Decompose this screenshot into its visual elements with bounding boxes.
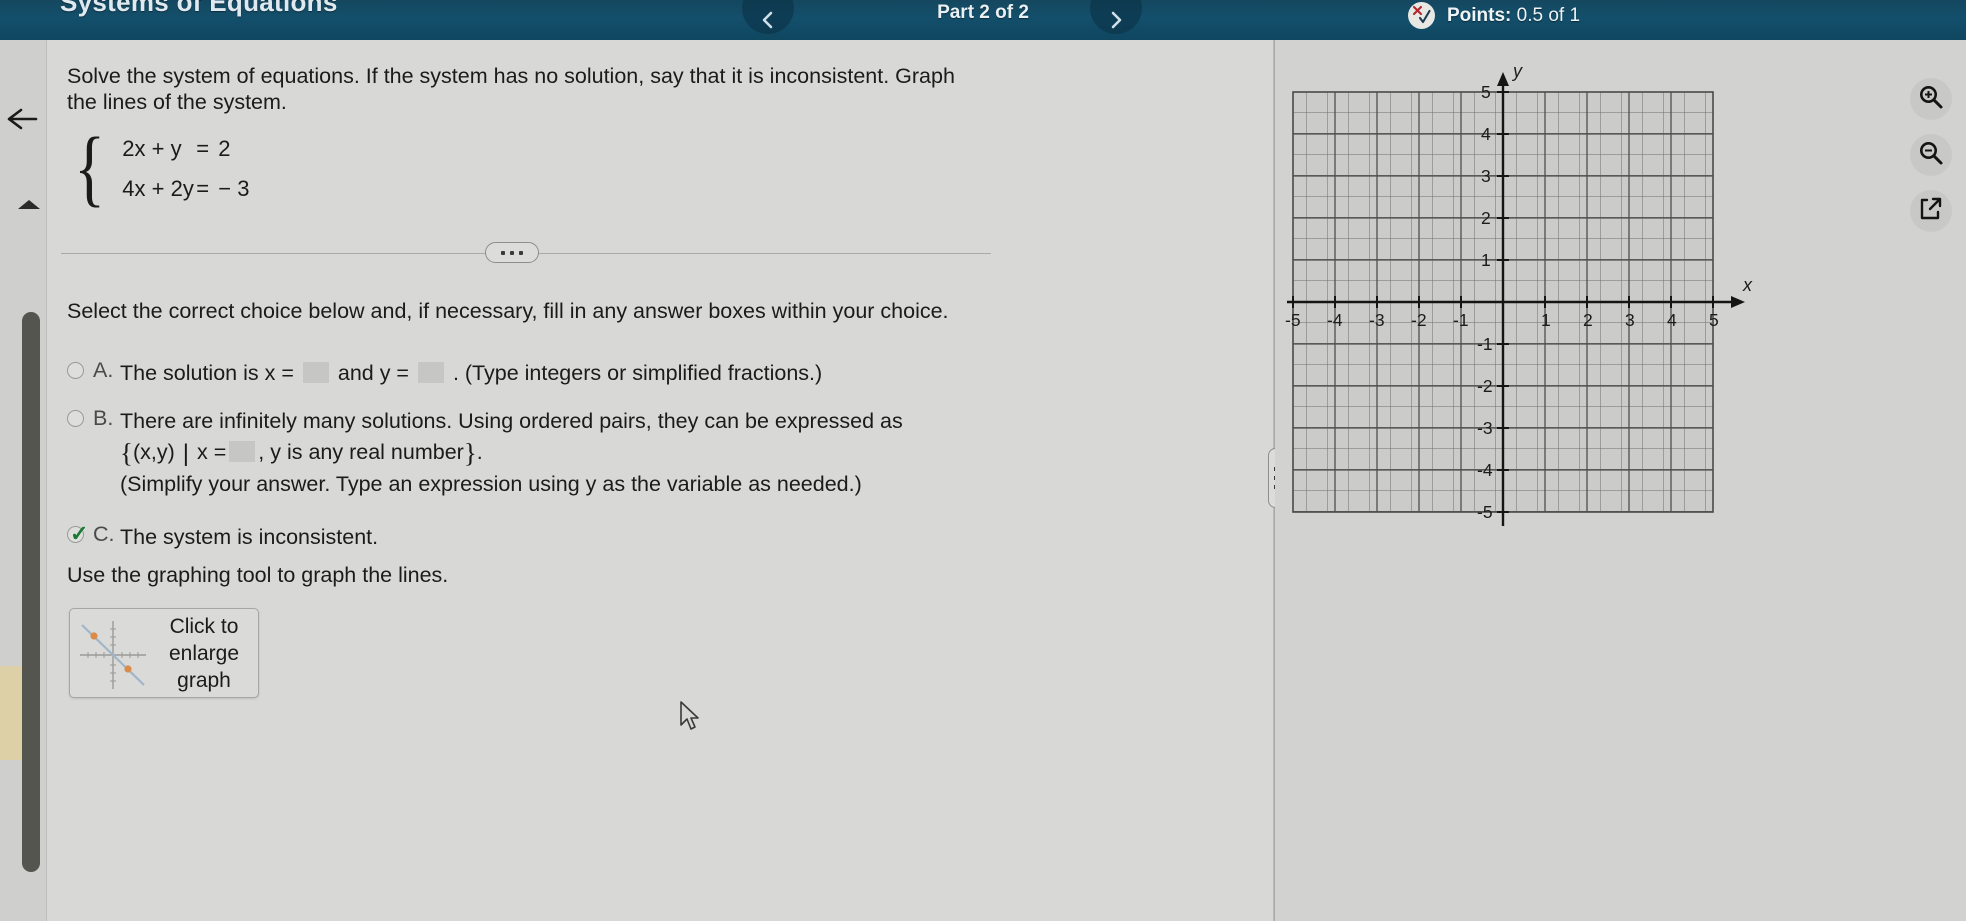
choice-a-letter: A.: [93, 358, 114, 382]
choice-a-y-input[interactable]: [417, 362, 444, 383]
choice-b-letter: B.: [93, 406, 114, 430]
choice-b-x-input[interactable]: [229, 441, 256, 462]
zoom-in-icon: [1918, 84, 1944, 115]
grid-svg: [1287, 72, 1745, 526]
rail-scrollbar[interactable]: [22, 312, 40, 872]
choice-a-text-before: The solution is x =: [120, 361, 294, 385]
question-prompt: Solve the system of equations. If the sy…: [67, 64, 955, 114]
enlarge-line-3: graph: [177, 668, 231, 692]
set-close-brace: }: [463, 438, 477, 468]
choice-b-text: There are infinitely many solutions. Usi…: [120, 406, 903, 500]
partial-credit-icon: [1408, 2, 1435, 29]
system-of-equations: { 2x + y = 2 4x + 2y = − 3: [69, 124, 249, 210]
choice-b-radio[interactable]: [67, 410, 84, 427]
choice-a-text-middle: and y =: [337, 361, 409, 385]
chevron-left-icon: [758, 10, 778, 30]
choice-c-text: The system is inconsistent.: [120, 525, 379, 549]
rail-scrollbar-thumb[interactable]: [22, 312, 40, 872]
set-open-brace: {: [120, 438, 133, 468]
enlarge-graph-button[interactable]: Click to enlarge graph: [69, 608, 259, 698]
equation-relation: =: [196, 136, 210, 161]
dot-icon: [510, 250, 514, 255]
enlarge-graph-label: Click to enlarge graph: [154, 613, 258, 694]
back-arrow-icon[interactable]: [4, 102, 40, 136]
choice-a[interactable]: A. The solution is x = and y = . (Type i…: [67, 358, 1027, 389]
mini-graph-thumbnail: [70, 611, 154, 695]
choice-c[interactable]: ✓ C. The system is inconsistent.: [67, 522, 1027, 553]
zoom-out-button[interactable]: [1910, 134, 1952, 176]
choice-b-set-prefix: (x,y): [132, 440, 175, 464]
zoom-out-icon: [1918, 140, 1944, 171]
expand-icon: [1918, 196, 1944, 227]
answer-choice-list: A. The solution is x = and y = . (Type i…: [67, 358, 1027, 570]
choice-instruction: Select the correct choice below and, if …: [67, 299, 949, 323]
dot-icon: [519, 250, 523, 255]
page-title: Systems of Equations: [60, 0, 338, 17]
graph-panel: y x 5 4 3 2 1 -1 -2 -3 -4 -5 -5 -4 -3 -2…: [1275, 40, 1966, 921]
points-badge: Points: 0.5 of 1: [1408, 2, 1580, 29]
choice-b-condition-before: x =: [197, 440, 227, 464]
choice-a-text-after: . (Type integers or simplified fractions…: [452, 361, 823, 385]
expand-graph-button[interactable]: [1910, 190, 1952, 232]
equation-rhs: 2: [218, 136, 231, 161]
dot-icon: [501, 250, 505, 255]
app-header: Systems of Equations Part 2 of 2 Points:…: [0, 0, 1966, 40]
graph-instruction: Use the graphing tool to graph the lines…: [67, 563, 449, 587]
left-rail: [0, 40, 47, 921]
equation-lhs: 4x + 2y: [122, 176, 194, 201]
enlarge-line-2: enlarge: [168, 641, 240, 665]
rail-highlight-marker: [0, 666, 22, 760]
chevron-right-icon: [1106, 10, 1126, 30]
graph-toolbar: [1910, 78, 1962, 246]
next-part-button[interactable]: [1090, 0, 1142, 34]
points-value: 0.5 of 1: [1516, 4, 1581, 26]
more-options-button[interactable]: [485, 242, 539, 263]
points-text: Points: 0.5 of 1: [1447, 5, 1580, 27]
choice-a-x-input[interactable]: [302, 362, 329, 383]
set-such-that-bar: |: [182, 440, 189, 467]
enlarge-line-1: Click to: [169, 614, 239, 638]
choice-c-radio[interactable]: ✓: [67, 523, 88, 545]
choice-a-radio[interactable]: [67, 362, 84, 379]
choice-b-set-notation: {(x,y) | x =, y is any real number}.: [120, 438, 483, 468]
choice-b-line3: (Simplify your answer. Type an expressio…: [120, 472, 862, 496]
left-brace: {: [74, 119, 106, 215]
choice-c-letter: C.: [93, 522, 115, 546]
equation-relation: =: [196, 176, 210, 201]
caret-up-icon[interactable]: [18, 200, 40, 209]
choice-b-line1: There are infinitely many solutions. Usi…: [120, 409, 903, 433]
zoom-in-button[interactable]: [1910, 78, 1952, 120]
coordinate-grid[interactable]: y x 5 4 3 2 1 -1 -2 -3 -4 -5 -5 -4 -3 -2…: [1285, 62, 1875, 570]
mouse-cursor-icon: [677, 700, 703, 734]
question-panel: Solve the system of equations. If the sy…: [47, 40, 1274, 921]
choice-a-text: The solution is x = and y = . (Type inte…: [120, 358, 822, 389]
equation-rhs: − 3: [218, 176, 250, 201]
equation-lhs: 2x + y: [122, 136, 182, 161]
previous-part-button[interactable]: [742, 0, 794, 34]
points-label: Points:: [1447, 4, 1512, 26]
choice-b[interactable]: B. There are infinitely many solutions. …: [67, 406, 1027, 500]
equation-row: 4x + 2y = − 3: [122, 176, 249, 202]
choice-b-condition-after: , y is any real number: [258, 440, 464, 464]
equation-row: 2x + y = 2: [122, 136, 249, 162]
